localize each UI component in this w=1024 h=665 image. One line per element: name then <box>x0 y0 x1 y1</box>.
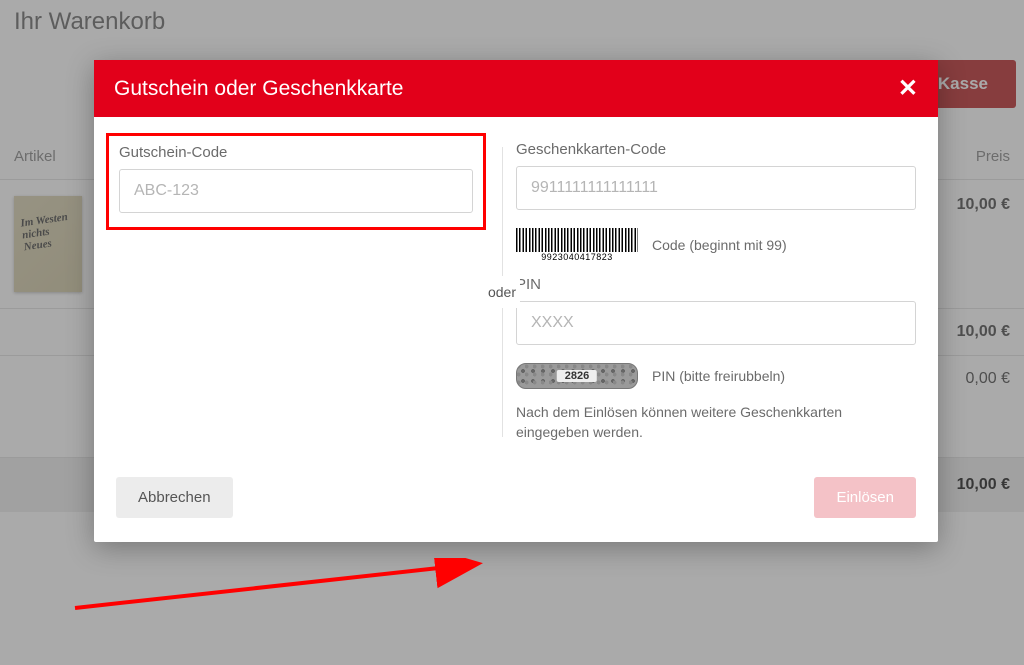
coupon-modal: Gutschein oder Geschenkkarte ✕ oder Guts… <box>94 60 938 542</box>
giftcard-code-input[interactable] <box>516 166 916 210</box>
barcode-icon: 9923040417823 <box>516 228 638 262</box>
pin-label: PIN <box>516 276 916 293</box>
barcode-hint: Code (beginnt mit 99) <box>652 237 787 253</box>
pin-input[interactable] <box>516 301 916 345</box>
modal-header: Gutschein oder Geschenkkarte ✕ <box>94 60 938 117</box>
giftcard-column: Geschenkkarten-Code 9923040417823 Code (… <box>476 141 916 457</box>
divider-label: oder <box>484 276 520 308</box>
voucher-field-highlight: Gutschein-Code <box>106 133 486 230</box>
giftcard-info: Nach dem Einlösen können weitere Geschen… <box>516 403 916 442</box>
voucher-column: Gutschein-Code <box>116 141 476 457</box>
scratch-field-icon <box>516 363 638 389</box>
modal-title: Gutschein oder Geschenkkarte <box>114 77 404 101</box>
voucher-label: Gutschein-Code <box>119 144 473 161</box>
redeem-button[interactable]: Einlösen <box>814 477 916 518</box>
barcode-number: 9923040417823 <box>516 252 638 262</box>
scratch-hint: PIN (bitte freirubbeln) <box>652 368 785 384</box>
scratch-hint-row: PIN (bitte freirubbeln) <box>516 363 916 389</box>
giftcard-code-label: Geschenkkarten-Code <box>516 141 916 158</box>
cancel-button[interactable]: Abbrechen <box>116 477 233 518</box>
barcode-hint-row: 9923040417823 Code (beginnt mit 99) <box>516 228 916 262</box>
close-icon[interactable]: ✕ <box>898 74 918 103</box>
modal-footer: Abbrechen Einlösen <box>94 467 938 542</box>
voucher-code-input[interactable] <box>119 169 473 213</box>
